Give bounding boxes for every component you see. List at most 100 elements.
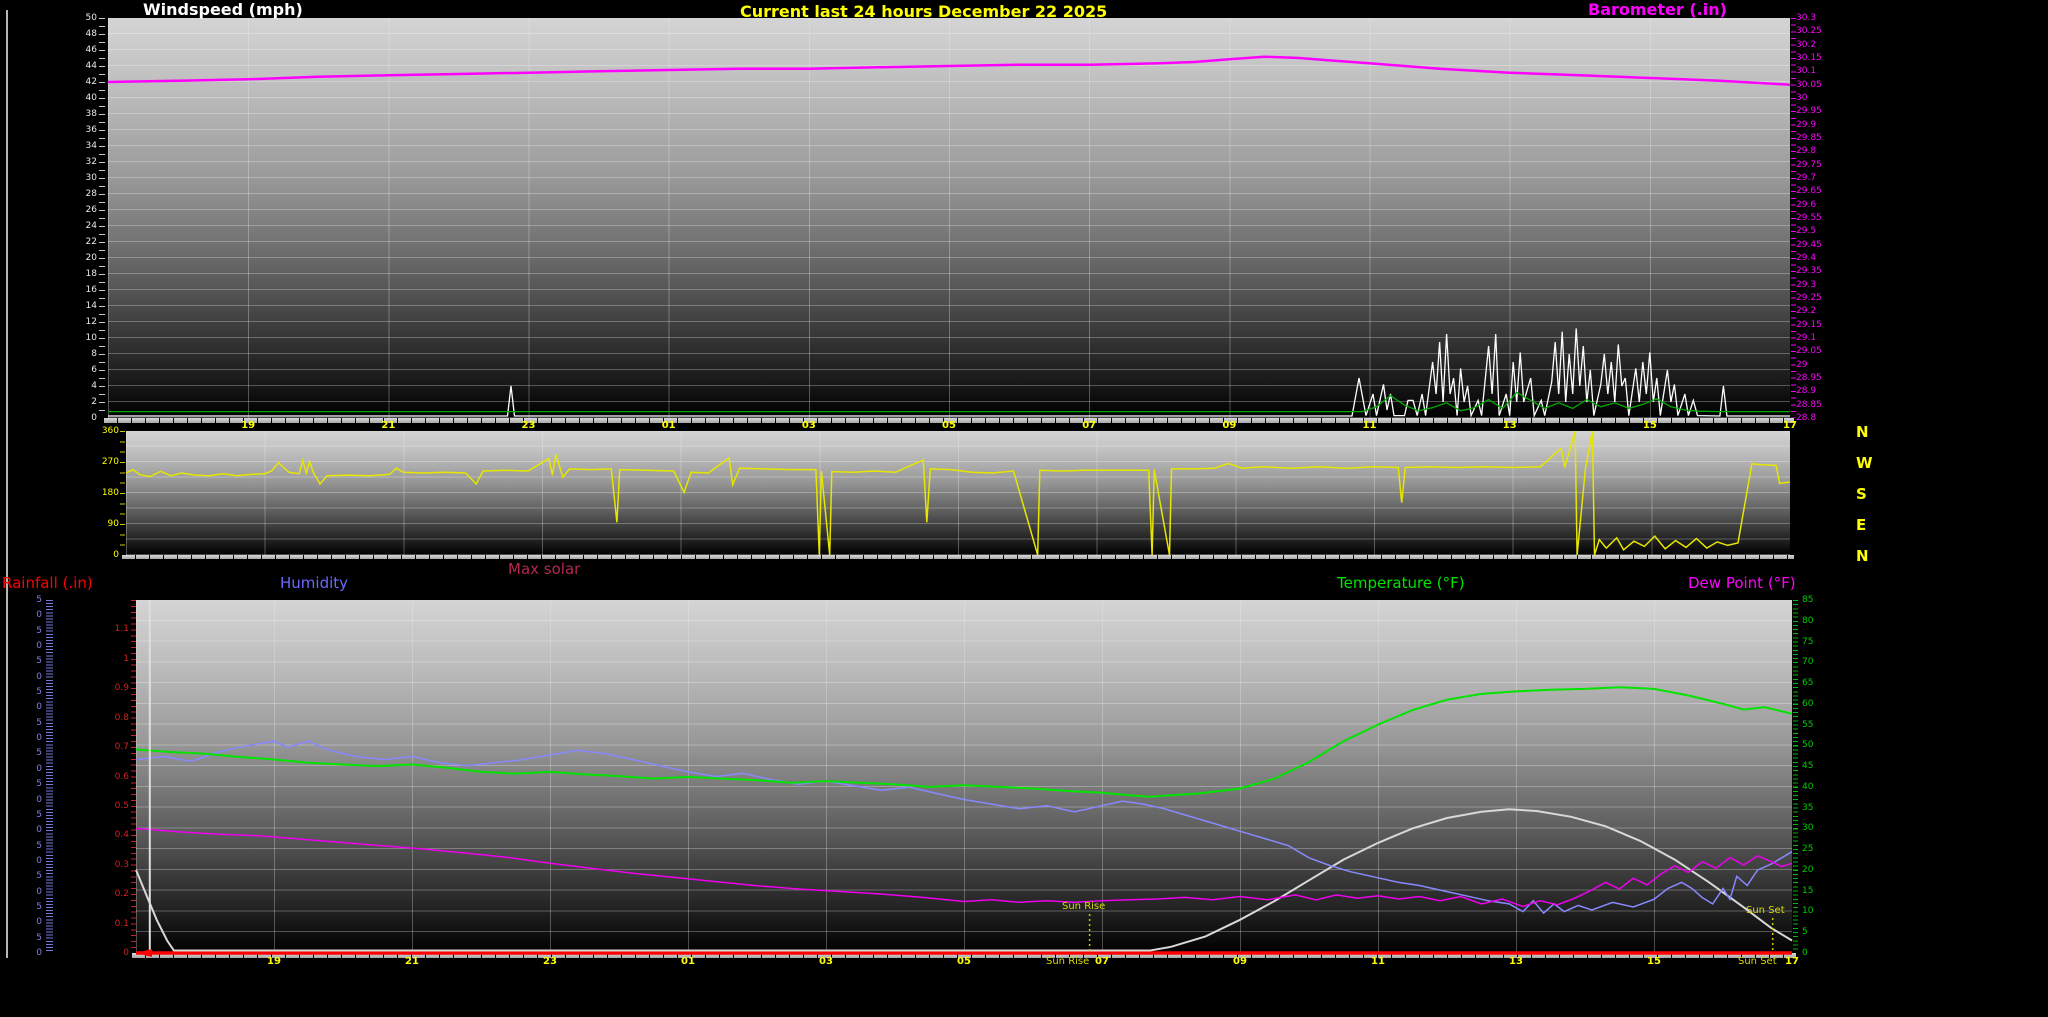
windspeed-tick-label: 40	[85, 93, 97, 103]
windspeed-axis-ticks	[99, 18, 105, 418]
humidity-tick-label: 5	[36, 717, 42, 728]
windspeed-tick-label: 28	[85, 189, 97, 199]
rainfall-tick-label: 0.2	[114, 889, 129, 900]
windspeed-tick-label: 30	[85, 173, 97, 183]
humidity-tick-label: 0	[36, 702, 42, 713]
temperature-label: Temperature (°F)	[1337, 574, 1465, 592]
barometer-tick-label: 29.7	[1796, 173, 1817, 183]
hour-tick-label: 07	[1082, 420, 1097, 431]
barometer-tick-label: 30.15	[1796, 53, 1822, 63]
barometer-tick-label: 30	[1796, 93, 1808, 103]
rainfall-tick-label: 0.4	[114, 830, 129, 841]
humidity-tick-label: 5	[36, 687, 42, 698]
barometer-tick-label: 29.5	[1796, 226, 1817, 237]
temperature-tick-label: 40	[1802, 781, 1814, 792]
humidity-tick-label: 5	[36, 779, 42, 790]
barometer-tick-label: 29.3	[1796, 279, 1817, 290]
hour-tick-label: 03	[819, 956, 833, 967]
rainfall-tick-label: 0.5	[114, 800, 129, 811]
windspeed-tick-label: 42	[85, 77, 97, 87]
windspeed-tick-label: 24	[85, 221, 97, 231]
sunrise-axis-label: Sun Rise	[1046, 956, 1090, 967]
temperature-tick-label: 60	[1802, 698, 1814, 709]
hour-tick-label: 21	[405, 956, 419, 967]
hour-tick-label: 17	[1785, 956, 1799, 967]
humidity-tick-label: 5	[36, 871, 42, 882]
rainfall-tick-label: 0.7	[114, 742, 129, 753]
hour-tick-label: 05	[942, 420, 956, 431]
hour-tick-label: 11	[1362, 420, 1377, 431]
windspeed-tick-label: 10	[85, 333, 97, 343]
humidity-tick-label: 5	[36, 625, 42, 636]
temperature-axis-ticks	[1793, 600, 1798, 953]
compass-s: S	[1856, 485, 1867, 503]
humidity-tick-label: 5	[36, 748, 42, 759]
compass-w: W	[1856, 454, 1873, 472]
windspeed-tick-label: 46	[85, 45, 97, 55]
rainfall-tick-label: 0.1	[114, 918, 129, 929]
windspeed-tick-label: 4	[91, 381, 97, 391]
temperature-tick-label: 85	[1802, 595, 1814, 605]
rainfall-tick-label: 0	[123, 948, 129, 958]
humidity-tick-label: 5	[36, 595, 42, 605]
barometer-tick-label: 29.6	[1796, 199, 1817, 210]
windspeed-tick-label: 26	[85, 205, 97, 215]
barometer-tick-label: 28.85	[1796, 399, 1822, 410]
temperature-tick-label: 80	[1802, 615, 1814, 626]
wind-direction-tick-label: 0	[113, 550, 119, 560]
sunset-marker-label: Sun Set	[1746, 905, 1785, 916]
barometer-tick-label: 29.45	[1796, 239, 1822, 250]
humidity-tick-label: 0	[36, 855, 42, 866]
middle-chart-axis-bar	[122, 555, 1794, 559]
hour-tick-label: 15	[1642, 420, 1657, 431]
windspeed-tick-label: 0	[91, 413, 97, 423]
temperature-tick-label: 15	[1802, 885, 1814, 896]
hour-tick-label: 13	[1502, 420, 1517, 431]
temperature-tick-label: 45	[1802, 761, 1814, 772]
rainfall-axis-ticks	[131, 600, 136, 953]
humidity-tick-label: 0	[36, 671, 42, 682]
temperature-tick-label: 35	[1802, 802, 1814, 813]
hour-tick-label: 01	[661, 420, 676, 431]
wind-direction-axis-ticks	[120, 431, 125, 555]
rainfall-tick-label: 0.8	[114, 712, 129, 723]
humidity-tick-label: 0	[36, 825, 42, 836]
humidity-tick-label: 5	[36, 901, 42, 912]
barometer-tick-label: 29.55	[1796, 213, 1822, 223]
temperature-tick-label: 75	[1802, 636, 1814, 647]
temperature-tick-label: 50	[1802, 740, 1814, 751]
sunrise-marker-label: Sun Rise	[1062, 901, 1106, 912]
weather-dashboard: Windspeed (mph) Current last 24 hours De…	[0, 0, 2048, 1017]
hour-tick-label: 23	[543, 956, 557, 967]
rainfall-tick-label: 1	[123, 653, 129, 664]
windspeed-tick-label: 16	[85, 285, 97, 295]
humidity-axis-ticks	[46, 600, 53, 953]
windspeed-tick-label: 44	[85, 61, 97, 71]
wind-direction-tick-label: 90	[107, 519, 119, 529]
temperature-humidity-plot	[136, 600, 1792, 953]
windspeed-tick-label: 8	[91, 349, 97, 359]
hour-tick-label: 09	[1233, 956, 1247, 967]
wind-direction-tick-label: 360	[101, 426, 119, 436]
windspeed-tick-label: 38	[85, 109, 97, 119]
barometer-tick-label: 30.2	[1796, 39, 1817, 50]
compass-n-bottom: N	[1856, 547, 1869, 565]
temperature-tick-label: 5	[1802, 927, 1808, 938]
barometer-tick-label: 29.4	[1796, 253, 1817, 263]
humidity-tick-label: 0	[36, 948, 42, 958]
windspeed-tick-label: 20	[85, 253, 97, 263]
compass-e: E	[1856, 516, 1867, 534]
barometer-title: Barometer (.in)	[1588, 0, 1727, 19]
hour-tick-label: 11	[1371, 956, 1385, 967]
wind-direction-plot	[126, 431, 1790, 555]
rainfall-tick-label: 0.6	[114, 771, 129, 782]
barometer-tick-label: 29.95	[1796, 106, 1822, 117]
windspeed-tick-label: 22	[85, 237, 97, 247]
rainfall-tick-label: 0.9	[114, 683, 129, 694]
hour-tick-label: 01	[681, 956, 695, 967]
barometer-tick-label: 29.2	[1796, 306, 1817, 317]
hour-tick-label: 15	[1647, 956, 1661, 967]
barometer-tick-label: 29	[1796, 359, 1808, 370]
windspeed-tick-label: 34	[85, 141, 97, 151]
barometer-tick-label: 28.9	[1796, 386, 1817, 397]
